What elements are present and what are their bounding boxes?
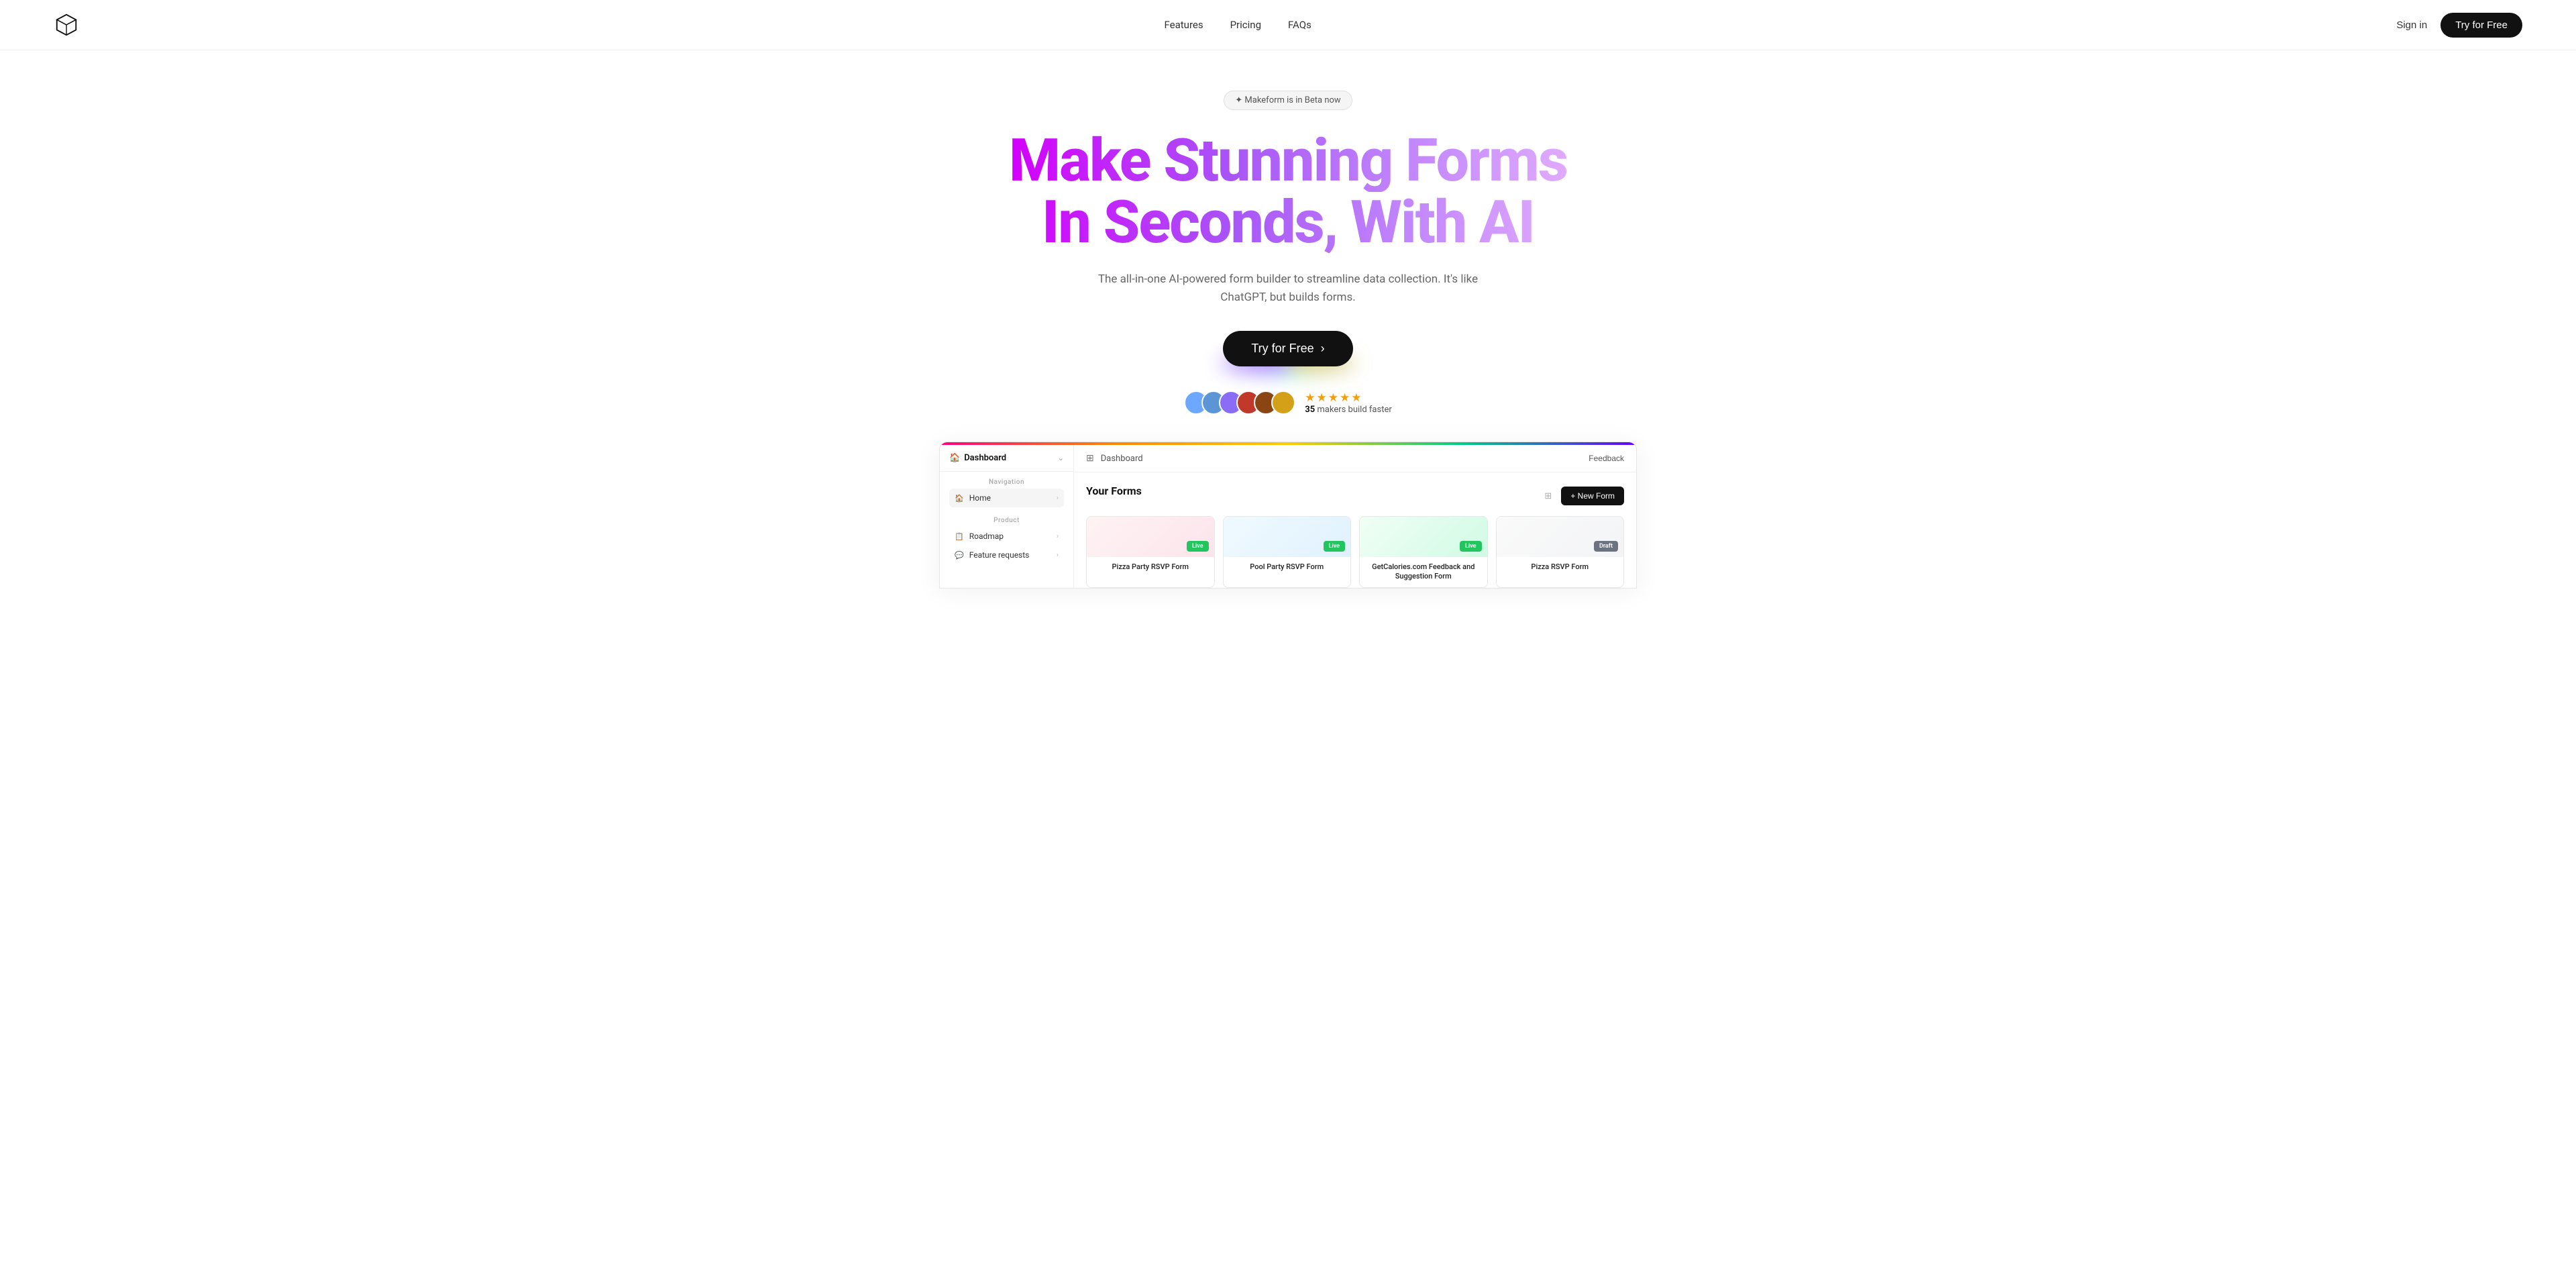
form-card-body: Live GetCalories.com Feedback and Sugges… [1360,557,1487,587]
hero-subtitle: The all-in-one AI-powered form builder t… [1087,270,1489,307]
sidebar-home-label: Home [969,493,991,503]
roadmap-chevron-icon: › [1057,533,1059,540]
beta-badge: ✦ Makeform is in Beta now [1224,91,1352,110]
sidebar-item-roadmap[interactable]: 📋 Roadmap › [949,527,1064,546]
roadmap-icon: 📋 [955,532,964,541]
social-text: ★★★★★ 35 makers build faster [1305,391,1392,415]
form-badge-draft: Draft [1594,541,1618,552]
cta-label: Try for Free [1251,342,1313,356]
cta-arrow: › [1321,342,1325,356]
form-card-body: Draft Pizza RSVP Form [1497,557,1624,577]
feedback-button[interactable]: Feedback [1589,454,1624,463]
sidebar-item-feature-requests[interactable]: 💬 Feature requests › [949,546,1064,564]
form-card-body: Live Pool Party RSVP Form [1224,557,1351,577]
form-badge-live: Live [1324,541,1346,552]
sidebar-item-home[interactable]: 🏠 Home › [949,489,1064,507]
sidebar-roadmap-label: Roadmap [969,532,1004,541]
main-header: ⊞ Dashboard Feedback [1074,445,1636,472]
form-badge-live: Live [1460,541,1482,552]
sidebar-chevron-icon[interactable]: ⌄ [1058,454,1064,462]
nav-features[interactable]: Features [1165,19,1203,31]
form-card-body: Live Pizza Party RSVP Form [1087,557,1214,577]
logo-icon [54,12,79,38]
hero-title-line1: Make Stunning Forms [1009,130,1567,192]
sidebar-header: 🏠 Dashboard ⌄ [940,445,1073,472]
hero-section: ✦ Makeform is in Beta now Make Stunning … [0,50,2576,589]
avatar [1271,391,1295,415]
social-proof: ★★★★★ 35 makers build faster [1184,391,1392,415]
product-section-label: Product [949,517,1064,524]
star-rating: ★★★★★ [1305,391,1392,405]
hero-cta-container: Try for Free › [1223,331,1352,366]
social-label: 35 makers build faster [1305,405,1392,415]
sidebar-toggle-button[interactable]: ⊞ [1086,453,1094,464]
home-icon: 🏠 [949,453,960,463]
form-badge-live: Live [1187,541,1209,552]
sidebar-feature-label: Feature requests [969,550,1030,560]
dashboard-inner: 🏠 Dashboard ⌄ Navigation 🏠 Home › [940,445,1636,588]
form-name: GetCalories.com Feedback and Suggestion … [1366,562,1481,582]
view-toggle: ⊞ [1542,488,1554,504]
sidebar-title: 🏠 Dashboard [949,453,1006,463]
navbar: Features Pricing FAQs Sign in Try for Fr… [0,0,2576,50]
home-nav-icon: 🏠 [955,494,964,503]
nav-section-label: Navigation [949,478,1064,486]
nav-pricing[interactable]: Pricing [1230,19,1261,31]
form-name: Pizza RSVP Form [1503,562,1617,572]
grid-view-button[interactable]: ⊞ [1542,488,1554,504]
dashboard-sidebar: 🏠 Dashboard ⌄ Navigation 🏠 Home › [940,445,1074,588]
feature-requests-icon: 💬 [955,551,964,560]
breadcrumb: Dashboard [1101,454,1143,464]
form-card[interactable]: Draft Pizza RSVP Form [1496,516,1625,588]
dashboard-content: Your Forms ⊞ + New Form [1074,472,1636,588]
social-count: 35 [1305,405,1315,415]
hero-title: Make Stunning Forms In Seconds, With AI [1009,130,1567,254]
nav-faqs[interactable]: FAQs [1288,19,1311,31]
your-forms-title: Your Forms [1086,485,1142,497]
forms-header: Your Forms ⊞ + New Form [1086,485,1624,507]
form-card[interactable]: Live Pizza Party RSVP Form [1086,516,1215,588]
nav-links: Features Pricing FAQs [1165,19,1311,31]
sign-in-button[interactable]: Sign in [2396,19,2427,31]
try-free-nav-button[interactable]: Try for Free [2440,13,2522,38]
product-section: Product 📋 Roadmap › 💬 Feature requests [940,510,1073,567]
hero-title-line2: In Seconds, With AI [1009,192,1567,254]
new-form-button[interactable]: + New Form [1561,487,1624,505]
form-card[interactable]: Live GetCalories.com Feedback and Sugges… [1359,516,1488,588]
dashboard-main: ⊞ Dashboard Feedback Your Forms ⊞ + New … [1074,445,1636,588]
feature-chevron-icon: › [1057,552,1059,559]
forms-grid: Live Pizza Party RSVP Form Live Pool Par… [1086,516,1624,588]
home-chevron-icon: › [1057,495,1059,502]
social-suffix: makers build faster [1317,405,1391,415]
avatar-group [1184,391,1295,415]
hero-cta-button[interactable]: Try for Free › [1223,331,1352,366]
form-card[interactable]: Live Pool Party RSVP Form [1223,516,1352,588]
nav-section: Navigation 🏠 Home › [940,472,1073,510]
dashboard-preview: 🏠 Dashboard ⌄ Navigation 🏠 Home › [939,442,1637,589]
form-name: Pizza Party RSVP Form [1093,562,1208,572]
nav-actions: Sign in Try for Free [2396,13,2522,38]
form-name: Pool Party RSVP Form [1230,562,1344,572]
logo[interactable] [54,12,79,38]
